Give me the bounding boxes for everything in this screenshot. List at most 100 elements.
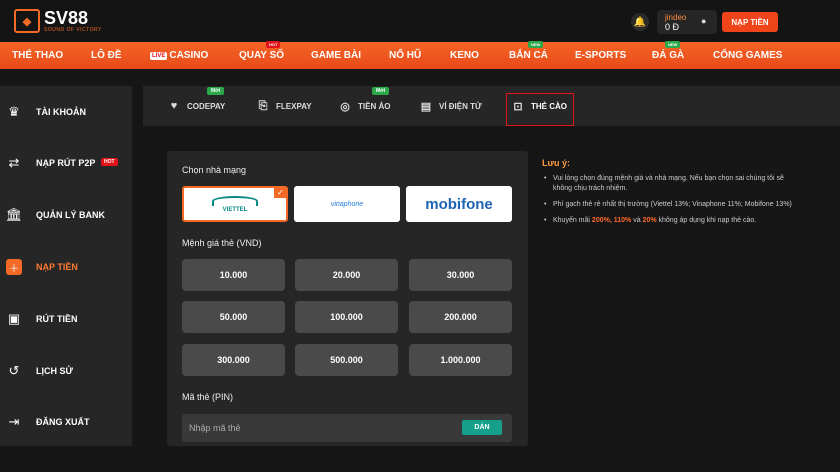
provider-label: Chọn nhà mạng (182, 165, 247, 175)
denomination-button[interactable]: 1.000.000 (409, 344, 512, 376)
bank-icon: 🏛 (5, 207, 23, 222)
logout-icon: ⇥ (8, 414, 20, 429)
nav-item-lo-de[interactable]: LÔ ĐỀ (91, 50, 122, 61)
sidebar-item-nap-rut-p2p[interactable]: ⇄ NẠP RÚT P2P HOT (0, 148, 132, 178)
nav-item-ban-ca-label: BẮN CÁ (509, 50, 548, 61)
logo[interactable]: ◆ SV88 SOUND OF VICTORY (14, 9, 102, 33)
logo-mark-icon: ◆ (14, 9, 40, 33)
denomination-button[interactable]: 100.000 (295, 301, 398, 333)
pin-label: Mã thẻ (PIN) (182, 392, 234, 402)
nav-item-casino-label: CASINO (169, 50, 209, 61)
new-badge: Mới (372, 87, 390, 95)
user-icon[interactable]: ● (701, 16, 706, 26)
sidebar-item-label: ĐĂNG XUẤT (36, 417, 90, 427)
codepay-icon: ♥ (170, 100, 178, 112)
note-item: Khuyến mãi 200%, 110% và 20% không áp dụ… (542, 216, 840, 226)
account-sidebar: ♛ TÀI KHOẢN ⇄ NẠP RÚT P2P HOT 🏛 QUẢN LÝ … (0, 86, 132, 446)
note-text: Khuyến mãi (553, 217, 590, 224)
note-item: Vui lòng chọn đúng mệnh giá và nhà mạng.… (542, 174, 840, 194)
sidebar-item-dang-xuat[interactable]: ⇥ ĐĂNG XUẤT (0, 407, 132, 437)
sidebar-item-quan-ly-bank[interactable]: 🏛 QUẢN LÝ BANK (0, 200, 132, 230)
live-tag: LIVE (150, 52, 168, 60)
denomination-button[interactable]: 300.000 (182, 344, 285, 376)
sidebar-item-nap-tien[interactable]: ＋ NẠP TIỀN (0, 252, 132, 282)
note-text: Vui lòng chọn đúng mệnh giá và nhà mạng.… (553, 175, 784, 182)
provider-viettel[interactable]: VIETTEL ✓ (182, 186, 288, 222)
sidebar-item-lich-su[interactable]: ↺ LỊCH SỬ (0, 356, 132, 386)
provider-name: VIETTEL (222, 206, 248, 213)
note-highlight: 200%, 110% (591, 217, 632, 224)
sidebar-item-label: QUẢN LÝ BANK (36, 210, 105, 220)
hot-badge: HOT (101, 158, 118, 166)
sidebar-item-label: NẠP RÚT P2P (36, 158, 96, 168)
denomination-button[interactable]: 500.000 (295, 344, 398, 376)
note-text: và (633, 217, 641, 224)
tab-tien-ao[interactable]: ◎ TIỀN ẢO Mới (338, 86, 390, 126)
user-balance-box[interactable]: jindeo 0 Đ ● (657, 10, 717, 34)
provider-name: vinaphone (330, 200, 364, 208)
new-badge: Mới (207, 87, 225, 95)
hot-badge: HOT (266, 41, 281, 48)
sidebar-item-label: LỊCH SỬ (36, 366, 73, 376)
nav-item-game-bai[interactable]: GAME BÀI (311, 50, 361, 61)
crown-icon: ♛ (8, 104, 20, 119)
logo-text: SV88 (44, 8, 89, 28)
balance: 0 Đ (665, 22, 680, 32)
note-text: không chịu trách nhiệm. (553, 185, 628, 192)
nav-item-ban-ca[interactable]: BẮN CÁ NEW (509, 41, 548, 61)
denomination-label: Mệnh giá thẻ (VND) (182, 238, 262, 248)
denomination-button[interactable]: 10.000 (182, 259, 285, 291)
sidebar-item-label: TÀI KHOẢN (36, 107, 86, 117)
nav-item-quay-so-label: QUAY SỐ (239, 50, 285, 61)
provider-name: mobifone (425, 195, 493, 213)
denomination-button[interactable]: 20.000 (295, 259, 398, 291)
active-tab-highlight (506, 93, 574, 126)
p2p-exchange-icon: ⇄ (8, 155, 20, 170)
sidebar-item-rut-tien[interactable]: ▣ RÚT TIỀN (0, 304, 132, 334)
check-icon: ✓ (274, 187, 287, 198)
provider-vinaphone[interactable]: vinaphone (294, 186, 400, 222)
nav-item-the-thao[interactable]: THỂ THAO (12, 50, 63, 61)
denomination-button[interactable]: 200.000 (409, 301, 512, 333)
new-badge: NEW (528, 41, 544, 48)
scratch-card-form: Chọn nhà mạng VIETTEL ✓ vinaphone mobifo… (167, 151, 528, 446)
history-icon: ↺ (8, 363, 20, 378)
tab-label: CODEPAY (187, 101, 226, 111)
deposit-button[interactable]: NẠP TIỀN (722, 12, 778, 32)
cash-withdraw-icon: ▣ (7, 311, 21, 326)
note-text: không áp dụng khi nạp thẻ cào. (658, 217, 757, 224)
nav-item-da-ga[interactable]: ĐÁ GÀ NEW (652, 41, 685, 61)
nav-item-da-ga-label: ĐÁ GÀ (652, 50, 685, 61)
nav-item-quay-so[interactable]: QUAY SỐ HOT (239, 41, 285, 61)
username: jindeo (665, 13, 687, 22)
paste-button[interactable]: DÁN (462, 420, 502, 435)
denomination-button[interactable]: 50.000 (182, 301, 285, 333)
sidebar-item-label: NẠP TIỀN (36, 262, 78, 272)
deposit-method-tabs: ♥ CODEPAY Mới ⎘ FLEXPAY ◎ TIỀN ẢO Mới ▤ … (143, 86, 840, 126)
tab-codepay[interactable]: ♥ CODEPAY Mới (167, 86, 225, 126)
notes-title: Lưu ý: (542, 158, 571, 168)
tab-label: TIỀN ẢO (358, 101, 391, 111)
denomination-button[interactable]: 30.000 (409, 259, 512, 291)
nav-item-no-hu[interactable]: NỔ HŨ (389, 50, 421, 61)
nav-item-casino[interactable]: LIVE CASINO (150, 50, 208, 61)
provider-mobifone[interactable]: mobifone (406, 186, 512, 222)
notes-panel: Lưu ý: Vui lòng chọn đúng mệnh giá và nh… (542, 158, 840, 232)
sidebar-item-tai-khoan[interactable]: ♛ TÀI KHOẢN (0, 97, 132, 127)
viettel-logo: VIETTEL (212, 195, 258, 213)
e-wallet-icon: ▤ (420, 100, 432, 113)
sidebar-item-label: RÚT TIỀN (36, 314, 78, 324)
flexpay-icon: ⎘ (258, 99, 268, 112)
tab-vi-dien-tu[interactable]: ▤ VÍ ĐIỆN TỬ (419, 86, 482, 126)
crypto-coin-icon: ◎ (340, 100, 350, 113)
nav-item-e-sports[interactable]: E-SPORTS (575, 50, 626, 61)
note-item: Phí gạch thẻ rẻ nhất thị trường (Viettel… (542, 200, 840, 210)
tab-flexpay[interactable]: ⎘ FLEXPAY (256, 86, 312, 126)
tab-label: FLEXPAY (276, 101, 312, 111)
new-badge: NEW (665, 41, 681, 48)
nav-item-keno[interactable]: KENO (450, 50, 479, 61)
note-highlight: 20% (642, 217, 657, 224)
nav-item-cong-games[interactable]: CỔNG GAMES (713, 50, 782, 61)
wallet-add-icon: ＋ (6, 259, 22, 275)
bell-icon[interactable]: 🔔 (631, 13, 649, 31)
